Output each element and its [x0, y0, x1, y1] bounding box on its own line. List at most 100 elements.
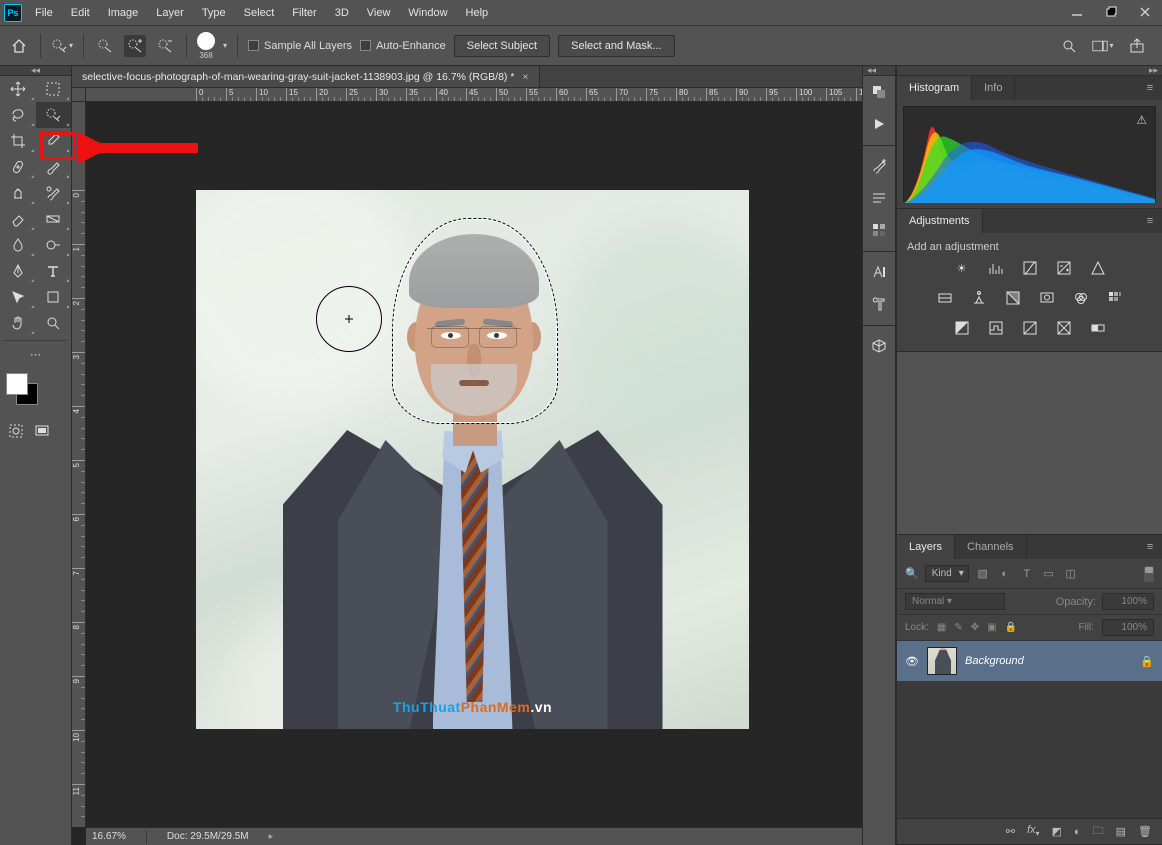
filter-toggle[interactable] — [1144, 566, 1154, 582]
dock-expand-handle[interactable]: ◂◂ — [863, 66, 895, 76]
auto-enhance-checkbox[interactable]: Auto-Enhance — [360, 40, 446, 52]
filter-adjust-icon[interactable]: ◐ — [997, 566, 1013, 582]
hue-sat-icon[interactable] — [935, 289, 955, 307]
canvas[interactable]: ThuThuatPhanMem.vn — [196, 190, 749, 729]
lock-artboard-icon[interactable]: ▣ — [987, 622, 996, 633]
select-subject-button[interactable]: Select Subject — [454, 35, 550, 57]
lock-transparent-icon[interactable]: ▦ — [937, 622, 946, 633]
workspace-switcher-icon[interactable]: ▾ — [1092, 35, 1114, 57]
menu-window[interactable]: Window — [399, 0, 456, 26]
layers-tab[interactable]: Layers — [897, 535, 955, 559]
new-group-icon[interactable]: 🗀 — [1093, 822, 1104, 841]
layer-fx-icon[interactable]: fx▾ — [1027, 824, 1040, 838]
window-close-button[interactable] — [1128, 1, 1162, 23]
menu-view[interactable]: View — [358, 0, 400, 26]
healing-brush-tool[interactable] — [0, 154, 36, 180]
lasso-tool[interactable] — [0, 102, 36, 128]
gradient-map-icon[interactable] — [1088, 319, 1108, 337]
paragraph-panel-icon[interactable] — [863, 288, 895, 320]
menu-edit[interactable]: Edit — [62, 0, 99, 26]
menu-filter[interactable]: Filter — [283, 0, 325, 26]
quick-mask-icon[interactable] — [8, 423, 24, 442]
marquee-tool[interactable] — [36, 76, 72, 102]
layers-empty-area[interactable] — [897, 681, 1162, 818]
toolbox-expand-handle[interactable]: ◂◂ — [0, 66, 71, 76]
layer-row-background[interactable]: 👁 Background 🔒 — [897, 641, 1162, 681]
new-layer-icon[interactable]: ▤ — [1116, 825, 1126, 838]
info-tab[interactable]: Info — [972, 76, 1015, 100]
menu-3d[interactable]: 3D — [326, 0, 358, 26]
layer-filter-kind-dropdown[interactable]: Kind ▾ — [925, 565, 969, 582]
filter-type-icon[interactable]: T — [1019, 566, 1035, 582]
status-chevron-icon[interactable]: ▸ — [269, 831, 274, 842]
swatches-panel-icon[interactable] — [863, 214, 895, 246]
foreground-color-swatch[interactable] — [6, 373, 28, 395]
panel-menu-icon[interactable]: ≡ — [1138, 209, 1162, 233]
fill-field[interactable]: 100% — [1102, 619, 1154, 636]
add-to-selection-icon[interactable] — [124, 35, 146, 57]
filter-smart-icon[interactable]: ◫ — [1063, 566, 1079, 582]
window-minimize-button[interactable] — [1060, 1, 1094, 23]
zoom-level[interactable]: 16.67% — [92, 831, 126, 842]
active-tool-icon[interactable]: ▾ — [51, 35, 73, 57]
zoom-tool[interactable] — [36, 310, 72, 336]
ruler-vertical[interactable]: 0123456789101112 — [72, 102, 86, 827]
selective-color-icon[interactable] — [1054, 319, 1074, 337]
edit-toolbar-button[interactable]: ⋯ — [0, 341, 71, 367]
layer-thumbnail[interactable] — [927, 647, 957, 675]
filter-pixel-icon[interactable]: ▧ — [975, 566, 991, 582]
blur-tool[interactable] — [0, 232, 36, 258]
clone-stamp-tool[interactable] — [0, 180, 36, 206]
color-panel-icon[interactable] — [863, 76, 895, 108]
screen-mode-icon[interactable] — [34, 423, 50, 442]
color-balance-icon[interactable] — [969, 289, 989, 307]
paragraph-styles-icon[interactable] — [863, 182, 895, 214]
threshold-icon[interactable] — [1020, 319, 1040, 337]
foreground-background-colors[interactable] — [6, 373, 71, 417]
new-selection-icon[interactable] — [94, 35, 116, 57]
document-tab[interactable]: selective-focus-photograph-of-man-wearin… — [72, 66, 540, 87]
lock-position-icon[interactable]: ✥ — [971, 622, 979, 633]
window-restore-button[interactable] — [1094, 1, 1128, 23]
panels-expand-handle[interactable]: ▸▸ — [897, 66, 1162, 76]
exposure-icon[interactable] — [1054, 259, 1074, 277]
brush-settings-icon[interactable] — [863, 150, 895, 182]
blend-mode-dropdown[interactable]: Normal ▾ — [905, 593, 1005, 610]
sample-all-layers-checkbox[interactable]: Sample All Layers — [248, 40, 352, 52]
menu-file[interactable]: File — [26, 0, 62, 26]
opacity-field[interactable]: 100% — [1102, 593, 1154, 610]
shape-tool[interactable] — [36, 284, 72, 310]
move-tool[interactable] — [0, 76, 36, 102]
subtract-from-selection-icon[interactable] — [154, 35, 176, 57]
path-selection-tool[interactable] — [0, 284, 36, 310]
dodge-tool[interactable] — [36, 232, 72, 258]
menu-layer[interactable]: Layer — [147, 0, 193, 26]
filter-shape-icon[interactable]: ▭ — [1041, 566, 1057, 582]
brush-picker[interactable]: 368 — [197, 32, 215, 60]
new-adjustment-layer-icon[interactable]: ◐ — [1074, 826, 1081, 838]
eyedropper-tool[interactable] — [36, 128, 72, 154]
delete-layer-icon[interactable]: 🗑 — [1138, 825, 1152, 838]
menu-help[interactable]: Help — [457, 0, 498, 26]
pen-tool[interactable] — [0, 258, 36, 284]
lock-image-icon[interactable]: ✎ — [954, 622, 962, 633]
close-tab-icon[interactable]: × — [522, 71, 528, 83]
hand-tool[interactable] — [0, 310, 36, 336]
share-icon[interactable] — [1126, 35, 1148, 57]
vibrance-icon[interactable] — [1088, 259, 1108, 277]
lock-all-icon[interactable]: 🔒 — [1005, 622, 1017, 633]
histogram-warning-icon[interactable]: ⚠ — [1136, 113, 1147, 127]
type-tool[interactable] — [36, 258, 72, 284]
brush-tool[interactable] — [36, 154, 72, 180]
crop-tool[interactable] — [0, 128, 36, 154]
channel-mixer-icon[interactable] — [1071, 289, 1091, 307]
play-panel-icon[interactable] — [863, 108, 895, 140]
invert-icon[interactable] — [952, 319, 972, 337]
gradient-tool[interactable] — [36, 206, 72, 232]
posterize-icon[interactable] — [986, 319, 1006, 337]
visibility-eye-icon[interactable]: 👁 — [905, 655, 919, 668]
menu-type[interactable]: Type — [193, 0, 235, 26]
canvas-viewport[interactable]: ThuThuatPhanMem.vn — [86, 102, 862, 827]
ruler-horizontal[interactable]: 0510152025303540455055606570758085909510… — [86, 88, 862, 102]
layer-name[interactable]: Background — [965, 655, 1024, 667]
